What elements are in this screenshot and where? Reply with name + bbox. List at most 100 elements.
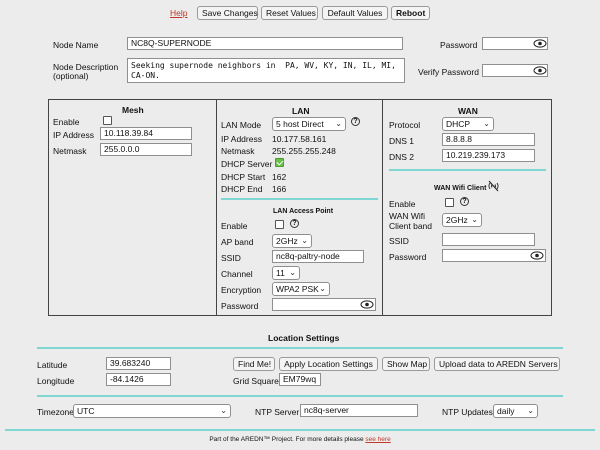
password-label: Password: [440, 40, 478, 50]
dhcp-end-label: DHCP End: [221, 184, 263, 194]
lan-mode-select[interactable]: 5 host Direct ⌄: [272, 117, 346, 131]
mesh-netmask-label: Netmask: [53, 146, 87, 156]
footer-text: Part of the AREDN™ Project. For more det…: [209, 436, 366, 443]
chevron-down-icon: ⌄: [483, 119, 490, 128]
chevron-down-icon: ⌄: [471, 215, 478, 224]
dhcp-start-label: DHCP Start: [221, 172, 266, 182]
wan-dns2-input[interactable]: 10.219.239.173: [442, 149, 535, 162]
wan-client-enable-label: Enable: [389, 199, 416, 209]
chevron-down-icon: ⌄: [220, 406, 227, 415]
wan-dns1-label: DNS 1: [389, 136, 415, 146]
longitude-input[interactable]: -84.1426: [106, 373, 171, 386]
upload-data-button[interactable]: Upload data to AREDN Servers: [434, 357, 560, 371]
ap-ssid-label: SSID: [221, 253, 241, 263]
ntp-updates-select[interactable]: daily ⌄: [493, 404, 538, 418]
node-name-label: Node Name: [53, 40, 99, 50]
dhcp-server-checkbox[interactable]: [275, 158, 284, 167]
mesh-ip-label: IP Address: [53, 130, 94, 140]
grid-square-input[interactable]: EM79wq: [279, 373, 321, 386]
location-settings-title: Location Settings: [268, 333, 340, 343]
node-description-input[interactable]: Seeking supernode neighbors in PA, WV, K…: [127, 58, 405, 83]
latitude-input[interactable]: 39.683240: [106, 357, 171, 370]
reset-values-button[interactable]: Reset Values: [261, 6, 318, 20]
grid-square-label: Grid Square: [233, 376, 279, 386]
section-divider-line: [37, 395, 563, 397]
ntp-server-label: NTP Server: [255, 407, 300, 417]
wan-client-band-label-line2: Client band: [389, 221, 433, 231]
mesh-enable-checkbox[interactable]: [103, 116, 112, 125]
save-changes-button[interactable]: Save Changes: [197, 6, 258, 20]
ap-password-label: Password: [221, 301, 259, 311]
dhcp-end-value: 166: [272, 184, 287, 194]
mesh-netmask-input[interactable]: 255.0.0.0: [100, 143, 192, 156]
lan-ap-title: LAN Access Point: [273, 208, 334, 215]
ntp-server-input[interactable]: nc8q-server: [300, 404, 418, 417]
dhcp-server-label: DHCP Server: [221, 159, 273, 169]
ap-encryption-label: Encryption: [221, 285, 262, 295]
wan-client-enable-checkbox[interactable]: [445, 198, 454, 207]
wan-client-ssid-label: SSID: [389, 236, 409, 246]
divider: [382, 99, 383, 316]
divider: [216, 99, 217, 316]
wan-client-password-label: Password: [389, 252, 427, 262]
section-divider-line: [389, 169, 546, 171]
eye-icon[interactable]: [533, 66, 547, 75]
eye-icon[interactable]: [360, 300, 374, 309]
lan-ap-enable-label: Enable: [221, 221, 248, 231]
chevron-down-icon: ⌄: [319, 284, 326, 293]
chevron-down-icon: ⌄: [527, 406, 534, 415]
section-divider-line: [5, 429, 595, 431]
reboot-button[interactable]: Reboot: [391, 6, 430, 20]
chevron-down-icon: ⌄: [289, 268, 296, 277]
node-name-input[interactable]: NC8Q-SUPERNODE: [127, 37, 403, 50]
lan-ip-value: 10.177.58.161: [272, 134, 327, 144]
wan-client-ssid-input[interactable]: [442, 233, 535, 246]
wan-dns1-input[interactable]: 8.8.8.8: [442, 133, 535, 146]
ap-encryption-select[interactable]: WPA2 PSK ⌄: [272, 282, 330, 296]
mesh-ip-input[interactable]: 10.118.39.84: [100, 127, 192, 140]
verify-password-label: Verify Password: [418, 67, 479, 77]
node-description-optional-label: (optional): [53, 71, 89, 81]
longitude-label: Longitude: [37, 376, 75, 386]
footer: Part of the AREDN™ Project. For more det…: [0, 436, 600, 443]
eye-icon[interactable]: [530, 251, 544, 260]
see-here-link[interactable]: see here: [365, 436, 390, 443]
apply-location-button[interactable]: Apply Location Settings: [279, 357, 378, 371]
find-me-button[interactable]: Find Me!: [233, 357, 275, 371]
chevron-down-icon: ⌄: [335, 119, 342, 128]
lan-netmask-value: 255.255.255.248: [272, 146, 336, 156]
wan-protocol-select[interactable]: DHCP ⌄: [442, 117, 494, 131]
latitude-label: Latitude: [37, 360, 68, 370]
lan-ip-label: IP Address: [221, 134, 262, 144]
ap-band-select[interactable]: 2GHz ⌄: [272, 234, 312, 248]
section-divider-line: [37, 347, 563, 349]
lan-mode-label: LAN Mode: [221, 120, 262, 130]
lan-title: LAN: [292, 106, 310, 116]
ap-channel-select[interactable]: 11 ⌄: [272, 266, 300, 280]
mesh-title: Mesh: [122, 105, 144, 115]
wifi-off-icon: [488, 180, 499, 192]
default-values-button[interactable]: Default Values: [322, 6, 388, 20]
wan-wifi-client-title: WAN Wifi Client: [434, 185, 487, 192]
wan-client-band-select[interactable]: 2GHz ⌄: [442, 213, 482, 227]
wan-dns2-label: DNS 2: [389, 152, 415, 162]
show-map-button[interactable]: Show Map: [382, 357, 430, 371]
dhcp-start-value: 162: [272, 172, 287, 182]
lan-netmask-label: Netmask: [221, 146, 255, 156]
help-link[interactable]: Help: [170, 8, 187, 18]
ap-band-label: AP band: [221, 237, 254, 247]
mesh-enable-label: Enable: [53, 117, 80, 127]
timezone-select[interactable]: UTC ⌄: [73, 404, 231, 418]
wan-title: WAN: [458, 106, 478, 116]
ntp-updates-label: NTP Updates: [442, 407, 493, 417]
wan-client-band-label: WAN Wifi: [389, 211, 426, 221]
help-icon[interactable]: ?: [460, 197, 469, 206]
ap-ssid-input[interactable]: nc8q-paltry-node: [272, 250, 364, 263]
help-icon[interactable]: ?: [290, 219, 299, 228]
ap-channel-label: Channel: [221, 269, 253, 279]
timezone-label: Timezone: [37, 407, 75, 417]
help-icon[interactable]: ?: [351, 117, 360, 126]
chevron-down-icon: ⌄: [301, 236, 308, 245]
lan-ap-enable-checkbox[interactable]: [275, 220, 284, 229]
eye-icon[interactable]: [533, 39, 547, 48]
